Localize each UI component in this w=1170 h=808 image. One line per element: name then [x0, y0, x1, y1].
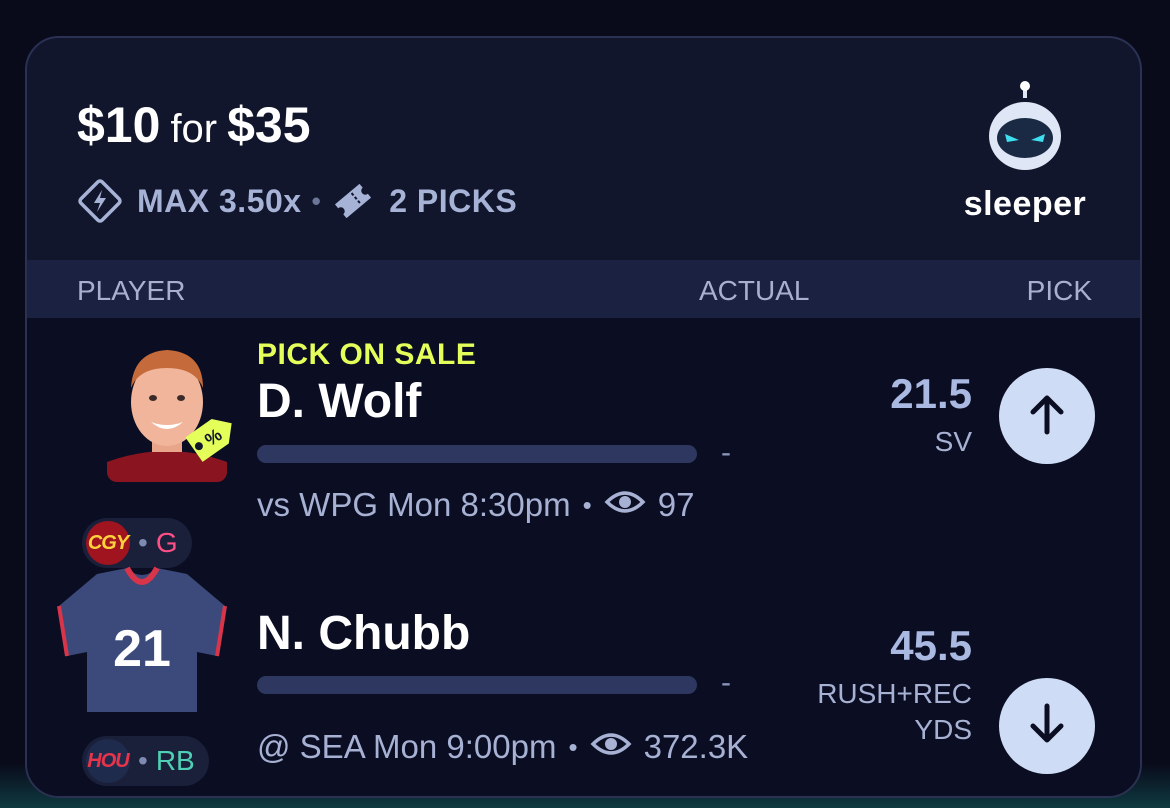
eye-icon [604, 486, 646, 524]
player-position: RB [155, 745, 195, 776]
multiplier-icon [77, 178, 123, 224]
arrow-up-icon [1027, 392, 1067, 441]
sleeper-mascot-icon [960, 80, 1090, 177]
player-row[interactable]: 21 HOU • RB N. Chubb - @ SEA Mon 9:00pm … [27, 548, 1140, 796]
player-name[interactable]: D. Wolf [257, 374, 421, 429]
ticket-icon [331, 181, 375, 221]
player-row[interactable]: % CGY • G PICK ON SALE D. Wolf - vs WPG … [27, 318, 1140, 568]
dot-separator: • [582, 489, 592, 520]
column-header-bar: PLAYER ACTUAL PICK [27, 260, 1140, 318]
progress-bar [257, 445, 697, 463]
pick-on-sale-label: PICK ON SALE [257, 338, 477, 371]
eye-icon [590, 728, 632, 766]
promo-stake: $10 [77, 97, 161, 153]
team-logo: HOU [86, 739, 130, 783]
pick-higher-button[interactable] [999, 368, 1095, 464]
promo-for: for [170, 107, 218, 151]
promo-payout: $35 [227, 97, 311, 153]
stat-type: SV [934, 426, 972, 457]
view-count: 372.3K [643, 728, 749, 765]
meta-separator: • [311, 185, 322, 216]
brand-logo: sleeper [960, 80, 1090, 224]
team-position-pill: HOU • RB [82, 736, 209, 786]
sale-tag-icon: % [182, 406, 242, 473]
projection-line: 45.5 RUSH+REC YDS [817, 622, 972, 748]
jersey-icon: 21 [57, 566, 227, 716]
stat-type: RUSH+REC [817, 678, 972, 709]
picks-count: 2 PICKS [389, 182, 518, 219]
promo-meta: MAX 3.50x • 2 PICKS [77, 178, 517, 224]
game-info: vs WPG Mon 8:30pm • 97 [257, 486, 694, 524]
dot-separator: • [138, 745, 148, 776]
column-pick: PICK [1026, 275, 1092, 306]
view-count: 97 [657, 486, 695, 523]
line-value: 45.5 [890, 622, 972, 669]
jersey-number: 21 [113, 620, 171, 678]
brand-name: sleeper [963, 185, 1087, 223]
dot-separator: • [568, 731, 578, 762]
player-name[interactable]: N. Chubb [257, 606, 470, 661]
projection-line: 21.5 SV [890, 370, 972, 460]
column-player: PLAYER [77, 275, 186, 306]
matchup: @ SEA Mon 9:00pm [257, 728, 557, 765]
max-multiplier: MAX 3.50x [137, 182, 302, 219]
arrow-down-icon [1027, 702, 1067, 751]
matchup: vs WPG Mon 8:30pm [257, 486, 571, 523]
progress-bar [257, 676, 697, 694]
pick-lower-button[interactable] [999, 678, 1095, 774]
promo-title: $10 for $35 [77, 96, 311, 154]
game-info: @ SEA Mon 9:00pm • 372.3K [257, 728, 748, 766]
stat-type-unit: YDS [914, 714, 972, 745]
actual-value: - [721, 666, 731, 699]
line-value: 21.5 [890, 370, 972, 417]
column-actual: ACTUAL [699, 275, 810, 306]
card-header: $10 for $35 MAX 3.50x • 2 PICKS sleeper [27, 38, 1140, 260]
pick-card: $10 for $35 MAX 3.50x • 2 PICKS sleeper … [25, 36, 1142, 798]
actual-value: - [721, 436, 731, 469]
